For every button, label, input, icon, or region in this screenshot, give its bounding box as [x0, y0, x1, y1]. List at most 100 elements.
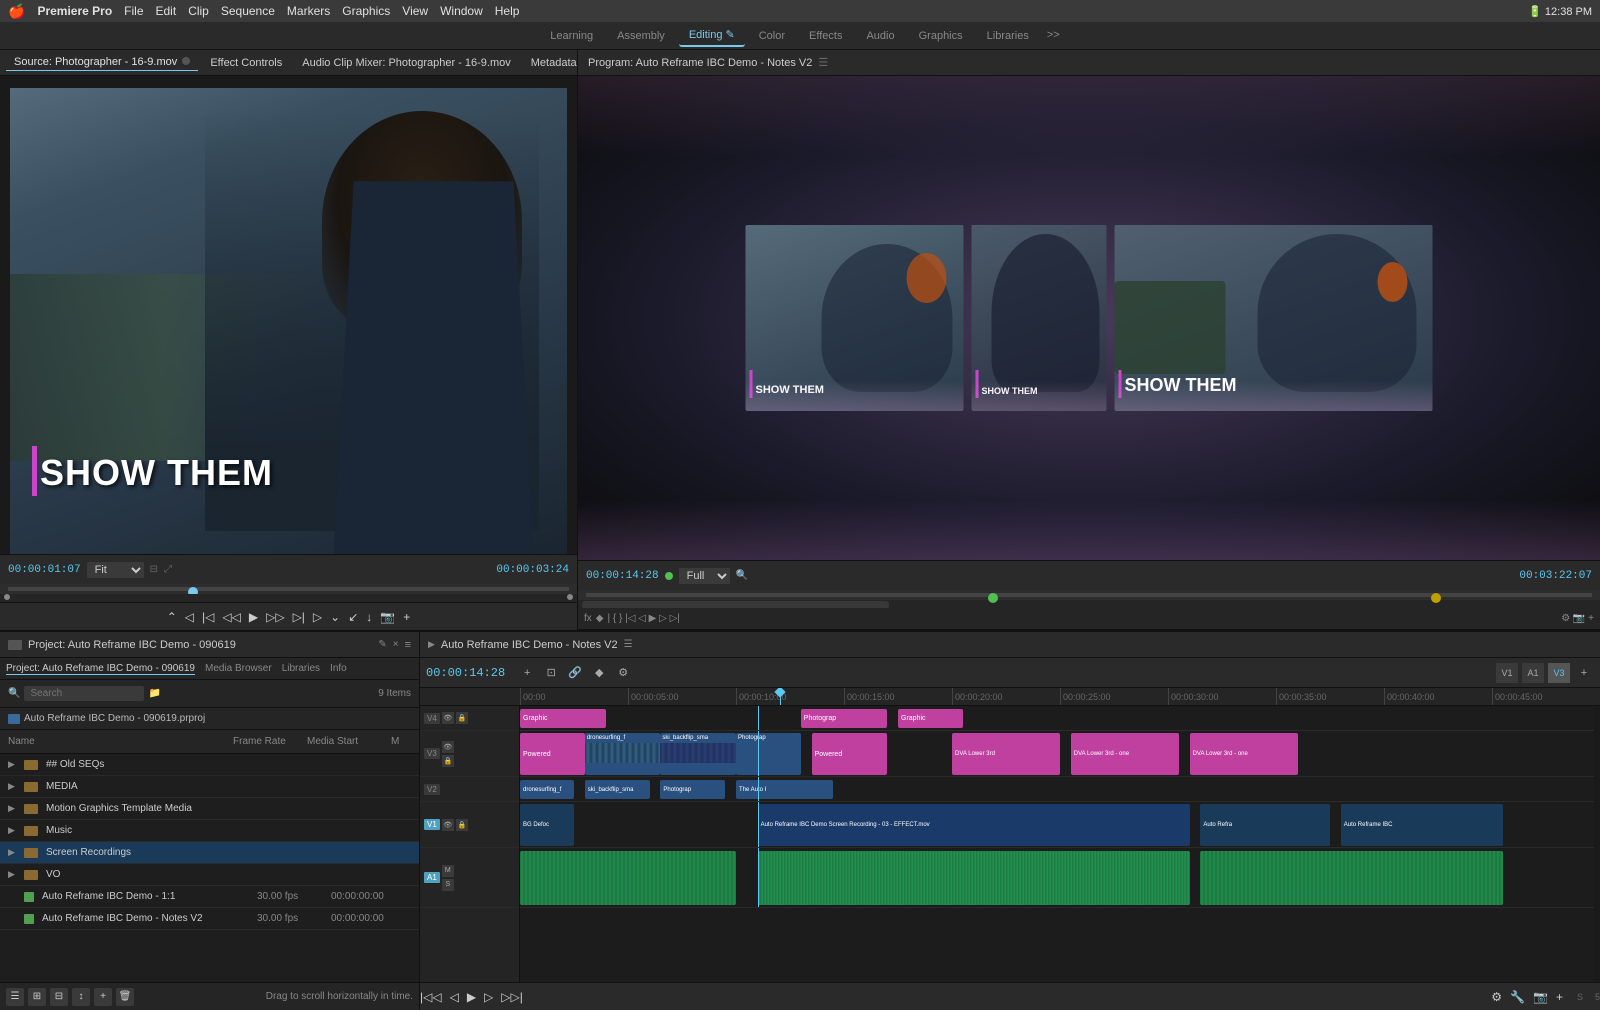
tl-btn-linked[interactable]: 🔗 — [565, 663, 585, 683]
source-add[interactable]: + — [403, 610, 410, 624]
audio-clip-1[interactable] — [520, 851, 736, 905]
timeline-settings[interactable]: ☰ — [624, 639, 633, 650]
program-fit-select[interactable]: Full 50% 25% — [679, 568, 730, 584]
source-step-back[interactable]: |◁ — [202, 610, 214, 624]
tl-btn-a1[interactable]: A1 — [1522, 663, 1544, 683]
source-play[interactable]: ▶ — [249, 610, 258, 624]
list-item-oldseqs[interactable]: ▶ ## Old SEQs — [0, 754, 419, 776]
audio-clip-mixer-tab[interactable]: Audio Clip Mixer: Photographer - 16-9.mo… — [294, 55, 518, 71]
tl-btn-tools[interactable]: ⚙ — [613, 663, 633, 683]
menu-markers[interactable]: Markers — [287, 4, 330, 18]
tab-assembly[interactable]: Assembly — [607, 26, 675, 46]
a1-solo[interactable]: S — [442, 879, 454, 891]
menu-graphics[interactable]: Graphics — [342, 4, 390, 18]
menu-file[interactable]: File — [124, 4, 143, 18]
source-step-fwd[interactable]: ▷| — [293, 610, 305, 624]
tl-step-fwd-btn[interactable]: ▷ — [484, 990, 493, 1004]
source-overwrite[interactable]: ↓ — [366, 610, 372, 624]
apple-menu[interactable]: 🍎 — [8, 3, 25, 20]
list-item-media[interactable]: ▶ MEDIA — [0, 776, 419, 798]
list-item-seq1[interactable]: ▶ Auto Reframe IBC Demo - 1:1 30.00 fps … — [0, 886, 419, 908]
tab-editing[interactable]: Editing ✎ — [679, 24, 745, 47]
clip-v3-dva2[interactable]: DVA Lower 3rd - one — [1071, 733, 1179, 775]
source-tab[interactable]: Source: Photographer - 16-9.mov — [6, 54, 198, 71]
tl-add-btn[interactable]: + — [1556, 990, 1563, 1004]
v1-eye[interactable]: 👁 — [442, 819, 454, 831]
source-insert[interactable]: ↙ — [348, 610, 358, 624]
footer-btn-delete[interactable]: 🗑 — [116, 988, 134, 1006]
footer-btn-sort[interactable]: ↕ — [72, 988, 90, 1006]
clip-v3-dva1[interactable]: DVA Lower 3rd — [952, 733, 1060, 775]
source-rewind[interactable]: ◁◁ — [222, 610, 240, 624]
tl-btn-patch[interactable]: V3 — [1548, 663, 1570, 683]
list-item-seq2[interactable]: ▶ Auto Reframe IBC Demo - Notes V2 30.00… — [0, 908, 419, 930]
tab-effects[interactable]: Effects — [799, 26, 852, 46]
clip-v2-theauto[interactable]: The Auto I — [736, 780, 833, 799]
list-item-screenrec[interactable]: ▶ Screen Recordings — [0, 842, 419, 864]
tl-snapshot-btn[interactable]: 📷 — [1533, 990, 1548, 1004]
footer-btn-icons[interactable]: ⊞ — [28, 988, 46, 1006]
program-settings-icon[interactable]: ☰ — [818, 56, 828, 69]
program-scrubber-bar[interactable] — [578, 590, 1600, 600]
menu-sequence[interactable]: Sequence — [221, 4, 275, 18]
clip-v3-skibackflip[interactable]: ski_backflip_sma — [660, 733, 736, 775]
clip-v2-dronesurfing[interactable]: dronesurfing_f — [520, 780, 574, 799]
tab-color[interactable]: Color — [749, 26, 795, 46]
list-item-music[interactable]: ▶ Music — [0, 820, 419, 842]
tl-btn-add[interactable]: + — [517, 663, 537, 683]
clip-v4-graphic1[interactable]: Graphic — [520, 709, 606, 728]
menu-clip[interactable]: Clip — [188, 4, 209, 18]
menu-view[interactable]: View — [402, 4, 428, 18]
subtab-libraries[interactable]: Libraries — [282, 663, 320, 674]
v3-eye[interactable]: 👁 — [442, 741, 454, 753]
tl-settings-btn[interactable]: ⚙ — [1491, 990, 1502, 1004]
tab-learning[interactable]: Learning — [540, 26, 603, 46]
clip-v1-screenrec[interactable]: Auto Reframe IBC Demo Screen Recording -… — [758, 804, 1190, 846]
project-close[interactable]: × — [393, 639, 399, 650]
clip-v1-autoreframe1[interactable]: Auto Refra — [1200, 804, 1330, 846]
v1-lock[interactable]: 🔒 — [456, 819, 468, 831]
subtab-project[interactable]: Project: Auto Reframe IBC Demo - 090619 — [6, 663, 195, 675]
source-camera[interactable]: 📷 — [380, 610, 395, 624]
search-input[interactable] — [24, 686, 144, 701]
clip-v3-powered2[interactable]: Powered — [812, 733, 888, 775]
clip-v3-dva3[interactable]: DVA Lower 3rd - one — [1190, 733, 1298, 775]
effect-controls-tab[interactable]: Effect Controls — [202, 55, 290, 71]
tl-btn-snap[interactable]: ⊡ — [541, 663, 561, 683]
source-next-frame[interactable]: ▷ — [313, 610, 322, 624]
clip-v1-bgdefoc1[interactable]: BG Defoc — [520, 804, 574, 846]
tab-libraries[interactable]: Libraries — [977, 26, 1039, 46]
clip-v1-autoreframe2[interactable]: Auto Reframe IBC — [1341, 804, 1503, 846]
tl-fwd-btn[interactable]: ▷▷| — [501, 990, 523, 1004]
clip-v3-powered1[interactable]: Powered — [520, 733, 585, 775]
tl-btn-marker[interactable]: ◆ — [589, 663, 609, 683]
subtab-info[interactable]: Info — [330, 663, 347, 674]
source-mark-out[interactable]: ⌄ — [330, 610, 340, 624]
source-forward[interactable]: ▷▷ — [266, 610, 284, 624]
tl-btn-v1[interactable]: V1 — [1496, 663, 1518, 683]
v3-lock[interactable]: 🔒 — [442, 755, 454, 767]
workspace-more[interactable]: >> — [1047, 22, 1060, 50]
clip-v2-photog2[interactable]: Photograp — [660, 780, 725, 799]
v4-eye[interactable]: 👁 — [442, 712, 454, 724]
list-item-mgt[interactable]: ▶ Motion Graphics Template Media — [0, 798, 419, 820]
metadata-tab[interactable]: Metadata — [523, 55, 585, 71]
source-fit-select[interactable]: Fit 25% 50% 100% — [87, 562, 144, 578]
tab-audio[interactable]: Audio — [856, 26, 904, 46]
source-mark-in[interactable]: ⌃ — [167, 610, 177, 624]
tl-play-btn[interactable]: ▶ — [467, 990, 476, 1004]
tl-btn-tl-add[interactable]: + — [1574, 663, 1594, 683]
source-prev-frame[interactable]: ◁ — [185, 610, 194, 624]
clip-v4-photog[interactable]: Photograp — [801, 709, 887, 728]
tl-wrench-btn[interactable]: 🔧 — [1510, 990, 1525, 1004]
tl-rewind-btn[interactable]: |◁◁ — [420, 990, 442, 1004]
audio-clip-2[interactable] — [758, 851, 1190, 905]
clip-v2-skibackflip[interactable]: ski_backflip_sma — [585, 780, 650, 799]
menu-help[interactable]: Help — [495, 4, 520, 18]
audio-clip-3[interactable] — [1200, 851, 1502, 905]
v4-lock[interactable]: 🔒 — [456, 712, 468, 724]
clip-v3-photog1[interactable]: Photograp — [736, 733, 801, 775]
tab-graphics[interactable]: Graphics — [909, 26, 973, 46]
tl-step-back-btn[interactable]: ◁ — [450, 990, 459, 1004]
source-scrubber-bar[interactable] — [0, 584, 577, 594]
